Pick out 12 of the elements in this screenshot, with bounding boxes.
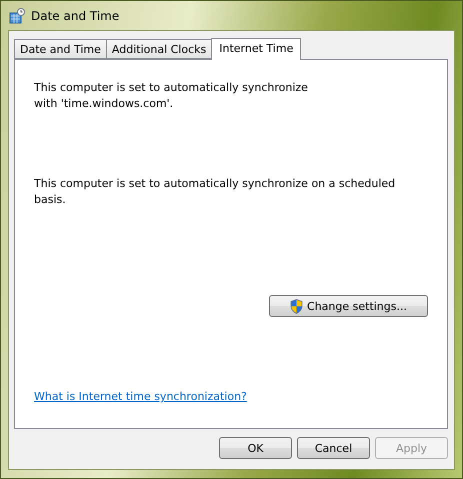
calendar-clock-icon [9, 8, 25, 24]
tab[interactable]: Additional Clocks [106, 39, 212, 59]
sync-server-text: This computer is set to automatically synchronize with 'time.windows.com'. [34, 80, 309, 112]
help-link[interactable]: What is Internet time synchronization? [34, 390, 247, 403]
dialog-button[interactable]: OK [219, 437, 292, 459]
dialog-button[interactable]: Cancel [297, 437, 370, 459]
tab[interactable]: Date and Time [14, 39, 107, 59]
change-settings-button[interactable]: Change settings... [269, 295, 428, 317]
window-title: Date and Time [31, 8, 120, 22]
tab[interactable]: Internet Time [211, 38, 302, 60]
schedule-text: This computer is set to automatically synchronize on a scheduled basis. [34, 176, 396, 208]
shield-icon [290, 298, 304, 314]
